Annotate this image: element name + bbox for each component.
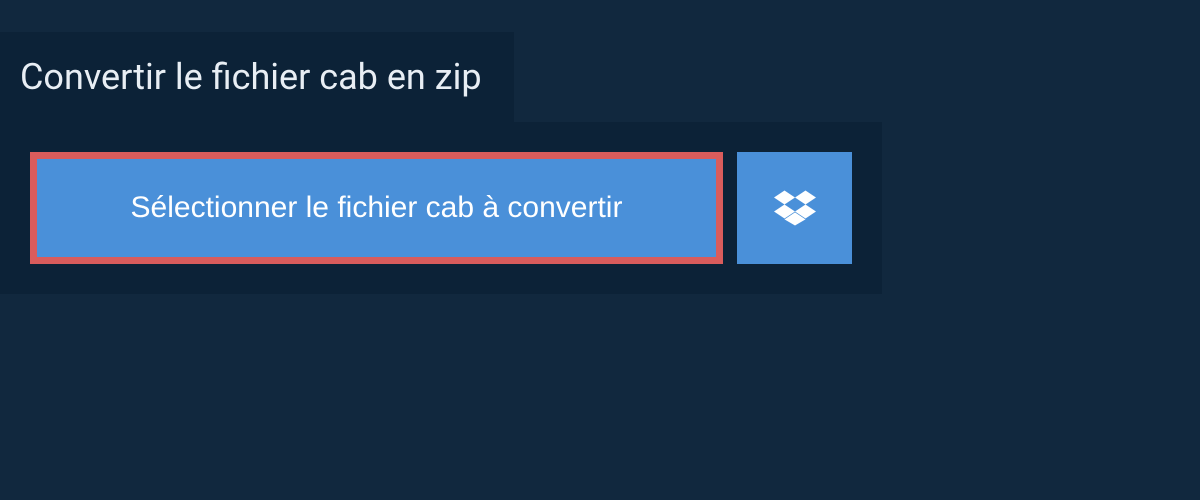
dropbox-icon xyxy=(774,187,816,229)
converter-panel: Sélectionner le fichier cab à convertir xyxy=(0,122,882,294)
header-tab: Convertir le fichier cab en zip xyxy=(0,32,514,122)
select-file-label: Sélectionner le fichier cab à convertir xyxy=(131,191,623,225)
page-title: Convertir le fichier cab en zip xyxy=(20,56,482,98)
select-file-button[interactable]: Sélectionner le fichier cab à convertir xyxy=(30,152,723,264)
dropbox-button[interactable] xyxy=(737,152,852,264)
